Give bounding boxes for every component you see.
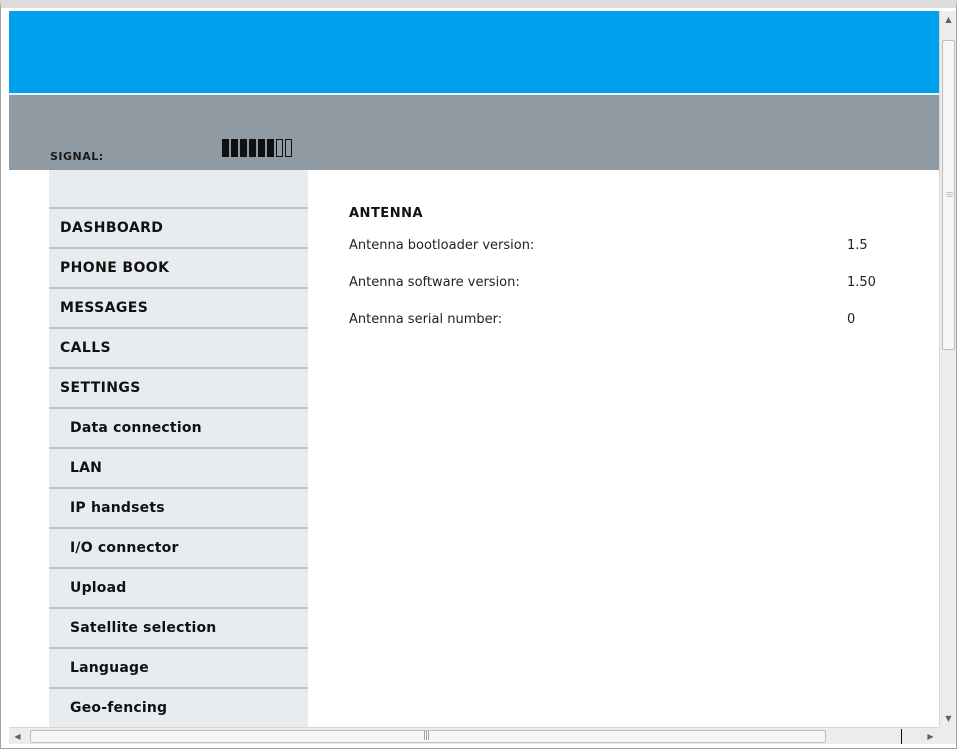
info-row-bootloader-version: Antenna bootloader version: 1.5 <box>349 227 909 264</box>
status-bar: SIGNAL: <box>9 95 939 170</box>
nav-item-phone-book[interactable]: PHONE BOOK <box>49 249 308 289</box>
sidebar-nav: DASHBOARD PHONE BOOK MESSAGES CALLS SETT… <box>49 170 308 727</box>
signal-label: SIGNAL: <box>50 150 104 163</box>
info-label: Antenna serial number: <box>349 312 503 327</box>
nav-item-settings[interactable]: SETTINGS <box>49 369 308 409</box>
info-row-serial-number: Antenna serial number: 0 <box>349 301 909 338</box>
vertical-scrollbar[interactable]: ▲ — — — ▼ <box>939 11 956 727</box>
nav-subitem-data-connection[interactable]: Data connection <box>49 409 308 449</box>
nav-subitem-io-connector[interactable]: I/O connector <box>49 529 308 569</box>
nav-subitem-ip-handsets[interactable]: IP handsets <box>49 489 308 529</box>
signal-bar <box>240 139 247 157</box>
page-viewport: SIGNAL: DASHBOARD PHONE BOOK MESSAGES CA… <box>9 11 939 727</box>
info-row-software-version: Antenna software version: 1.50 <box>349 264 909 301</box>
nav-subitem-satellite-selection[interactable]: Satellite selection <box>49 609 308 649</box>
arrow-left-icon[interactable]: ◀ <box>9 728 26 745</box>
info-label: Antenna software version: <box>349 275 520 290</box>
signal-bar <box>258 139 265 157</box>
info-value: 1.5 <box>847 238 868 253</box>
grip-icon: ||| <box>423 731 430 741</box>
vertical-scroll-thumb[interactable]: — — — <box>942 40 955 350</box>
grip-icon: — — — <box>946 188 953 200</box>
horizontal-scrollbar[interactable]: ◀ ||| ▶ <box>9 727 939 744</box>
signal-bar <box>231 139 238 157</box>
arrow-up-icon[interactable]: ▲ <box>940 11 957 28</box>
signal-bar <box>285 139 292 157</box>
nav-subitem-geo-fencing[interactable]: Geo-fencing <box>49 689 308 727</box>
header-banner <box>9 11 939 93</box>
nav-item-calls[interactable]: CALLS <box>49 329 308 369</box>
nav-subitem-upload[interactable]: Upload <box>49 569 308 609</box>
sidebar-header-spacer <box>49 170 308 209</box>
nav-subitem-language[interactable]: Language <box>49 649 308 689</box>
nav-subitem-lan[interactable]: LAN <box>49 449 308 489</box>
info-value: 0 <box>847 312 856 327</box>
antenna-info-panel: ANTENNA Antenna bootloader version: 1.5 … <box>349 201 909 338</box>
nav-item-messages[interactable]: MESSAGES <box>49 289 308 329</box>
horizontal-scroll-thumb[interactable]: ||| <box>30 730 826 743</box>
nav-item-dashboard[interactable]: DASHBOARD <box>49 209 308 249</box>
info-value: 1.50 <box>847 275 876 290</box>
scrollbar-corner <box>939 727 956 744</box>
signal-strength-meter <box>222 139 292 157</box>
arrow-right-icon[interactable]: ▶ <box>922 728 939 745</box>
signal-bar <box>267 139 274 157</box>
signal-bar <box>249 139 256 157</box>
section-title: ANTENNA <box>349 206 424 221</box>
text-cursor-icon <box>901 729 902 744</box>
arrow-down-icon[interactable]: ▼ <box>940 710 957 727</box>
info-label: Antenna bootloader version: <box>349 238 535 253</box>
signal-bar <box>276 139 283 157</box>
signal-bar <box>222 139 229 157</box>
